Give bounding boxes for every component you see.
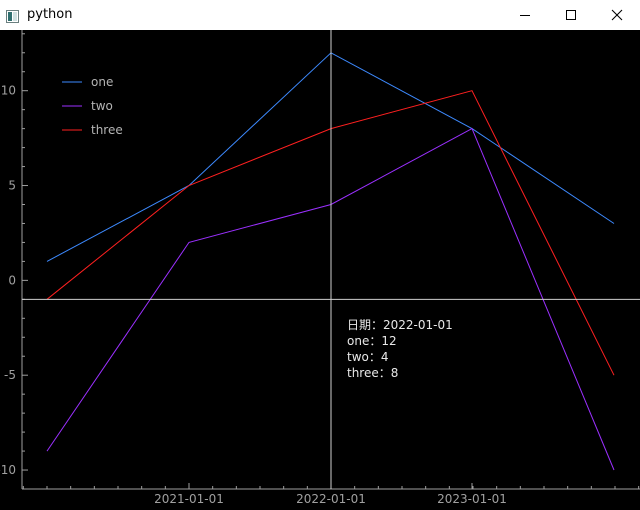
app-window: python 10 5 0 -5 -10 2021-01-01 2022-01-01 2023… bbox=[0, 0, 640, 510]
x-tick-label: 2023-01-01 bbox=[437, 492, 507, 506]
tooltip-line: two：4 bbox=[347, 350, 389, 364]
y-tick-label: 10 bbox=[1, 84, 16, 98]
minimize-icon bbox=[520, 15, 530, 16]
maximize-button[interactable] bbox=[548, 0, 594, 30]
minimize-button[interactable] bbox=[502, 0, 548, 30]
y-tick-label: 5 bbox=[8, 179, 16, 193]
legend-label-one: one bbox=[91, 75, 113, 89]
x-tick-label: 2021-01-01 bbox=[154, 492, 224, 506]
legend-label-three: three bbox=[91, 123, 123, 137]
y-tick-label: -10 bbox=[0, 463, 16, 477]
y-tick-label: 0 bbox=[8, 273, 16, 287]
tooltip-line: three：8 bbox=[347, 366, 399, 380]
window-title: python bbox=[27, 7, 73, 22]
tooltip-line: one：12 bbox=[347, 334, 397, 348]
close-button[interactable] bbox=[594, 0, 640, 30]
title-bar[interactable]: python bbox=[0, 0, 640, 30]
y-tick-label: -5 bbox=[4, 368, 16, 382]
maximize-icon bbox=[566, 10, 576, 20]
line-chart[interactable]: 10 5 0 -5 -10 2021-01-01 2022-01-01 2023-01-01 o… bbox=[0, 30, 640, 510]
x-tick-label: 2022-01-01 bbox=[296, 492, 366, 506]
tooltip-line: 日期：2022-01-01 bbox=[347, 318, 453, 332]
crosshair-tooltip: 日期：2022-01-01 one：12 two：4 three：8 bbox=[347, 317, 453, 381]
close-icon bbox=[611, 9, 623, 21]
app-icon bbox=[6, 8, 19, 23]
legend-label-two: two bbox=[91, 99, 113, 113]
